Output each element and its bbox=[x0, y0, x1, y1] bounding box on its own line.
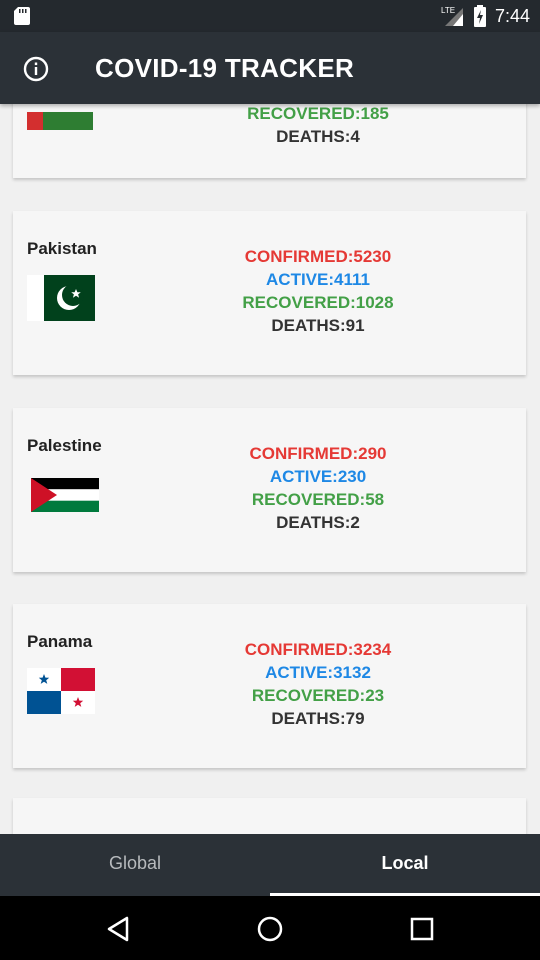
country-card[interactable] bbox=[13, 798, 526, 834]
country-name: Palestine bbox=[27, 436, 102, 455]
tab-local-label: Local bbox=[381, 853, 429, 873]
bottom-tab-bar: Global Local bbox=[0, 834, 540, 896]
system-nav-bar bbox=[0, 896, 540, 960]
status-time: 7:44 bbox=[494, 5, 530, 26]
recovered-count: RECOVERED:185 bbox=[247, 104, 389, 123]
active-count: ACTIVE:4111 bbox=[266, 270, 370, 289]
info-icon[interactable] bbox=[23, 56, 49, 82]
tab-global[interactable]: Global bbox=[0, 834, 270, 896]
active-count: ACTIVE:3132 bbox=[265, 663, 371, 682]
status-bar: LTE 7:44 bbox=[0, 0, 540, 32]
country-stats: RECOVERED:185 DEATHS:4 bbox=[153, 104, 483, 148]
country-name: Panama bbox=[27, 632, 93, 651]
deaths-count: DEATHS:79 bbox=[271, 709, 365, 728]
country-stats: CONFIRMED:290 ACTIVE:230 RECOVERED:58 DE… bbox=[153, 442, 483, 534]
confirmed-count: CONFIRMED:290 bbox=[249, 444, 387, 463]
pakistan-flag-icon bbox=[27, 275, 95, 321]
country-card-pakistan[interactable]: Pakistan CONFIRMED:5230 ACTIVE:4111 RECO… bbox=[13, 211, 526, 375]
recovered-count: RECOVERED:58 bbox=[251, 490, 385, 509]
lte-signal-icon: LTE bbox=[441, 6, 463, 26]
country-list[interactable]: RECOVERED:185 DEATHS:4 Pakistan CONFIRME… bbox=[0, 104, 540, 834]
app-bar: COVID-19 TRACKER bbox=[0, 32, 540, 104]
deaths-count: DEATHS:4 bbox=[276, 127, 360, 146]
country-name: Pakistan bbox=[27, 239, 97, 258]
country-stats: CONFIRMED:5230 ACTIVE:4111 RECOVERED:102… bbox=[153, 245, 483, 337]
country-card-panama[interactable]: Panama CONFIRMED:3234 ACTIVE:3132 RECOVE… bbox=[13, 604, 526, 768]
flag-icon bbox=[27, 112, 93, 130]
deaths-count: DEATHS:2 bbox=[276, 513, 360, 532]
recovered-count: RECOVERED:1028 bbox=[242, 293, 394, 312]
tab-global-label: Global bbox=[108, 853, 162, 873]
back-icon[interactable] bbox=[106, 916, 130, 942]
app-title: COVID-19 TRACKER bbox=[95, 53, 355, 83]
panama-flag-icon bbox=[27, 668, 95, 714]
tab-local[interactable]: Local bbox=[270, 834, 540, 896]
deaths-count: DEATHS:91 bbox=[271, 316, 365, 335]
confirmed-count: CONFIRMED:3234 bbox=[244, 640, 392, 659]
recents-icon[interactable] bbox=[410, 917, 434, 941]
country-stats: CONFIRMED:3234 ACTIVE:3132 RECOVERED:23 … bbox=[153, 638, 483, 730]
home-icon[interactable] bbox=[257, 916, 283, 942]
network-label: LTE bbox=[441, 6, 455, 15]
sd-card-icon bbox=[14, 7, 30, 25]
recovered-count: RECOVERED:23 bbox=[251, 686, 385, 705]
active-count: ACTIVE:230 bbox=[269, 467, 367, 486]
country-card[interactable]: RECOVERED:185 DEATHS:4 bbox=[13, 104, 526, 178]
confirmed-count: CONFIRMED:5230 bbox=[244, 247, 392, 266]
battery-charging-icon bbox=[473, 5, 486, 27]
palestine-flag-icon bbox=[31, 478, 99, 512]
country-card-palestine[interactable]: Palestine CONFIRMED:290 ACTIVE:230 RECOV… bbox=[13, 408, 526, 572]
